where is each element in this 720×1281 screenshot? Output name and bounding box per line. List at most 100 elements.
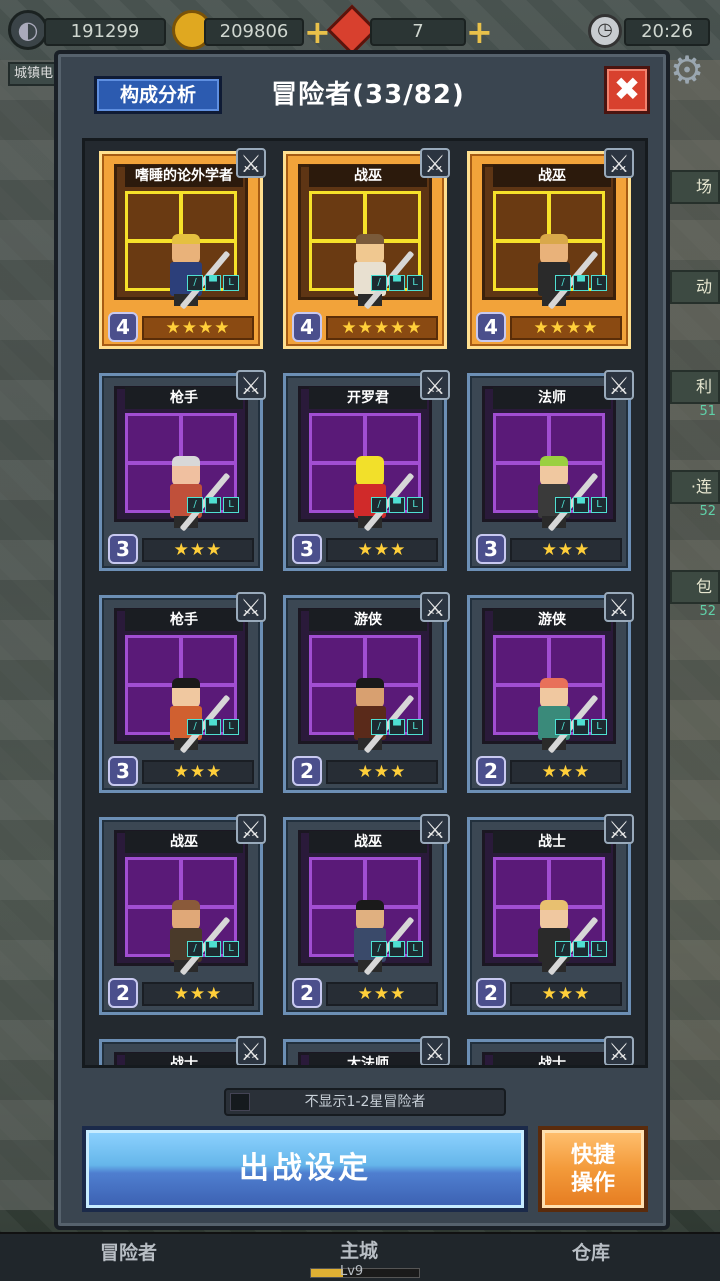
crossed-swords-icon[interactable]: ⚔ <box>236 148 266 178</box>
adventurer-card[interactable]: 战士/▀L⚔ <box>99 1036 266 1065</box>
adventurer-name: 战士 <box>493 831 611 853</box>
power-icon: ◐ <box>8 10 48 50</box>
adventurer-card[interactable]: 战巫 / ▀ L ⚔ 2 ★★★ <box>99 814 266 1015</box>
level-badge: 3 <box>108 756 138 786</box>
main-city-level: Lv9 <box>340 1264 364 1279</box>
adventurer-card[interactable]: 战士 / ▀ L ⚔ 2 ★★★ <box>467 814 634 1015</box>
sprite-head <box>172 234 200 264</box>
crossed-swords-icon[interactable]: ⚔ <box>236 370 266 400</box>
crossed-swords-icon[interactable]: ⚔ <box>420 370 450 400</box>
adventurer-sprite <box>162 900 210 972</box>
background-side-tag: ·连 <box>670 470 720 504</box>
sprite-head <box>540 456 568 486</box>
adventurer-card[interactable]: 游侠 / ▀ L ⚔ 2 ★★★ <box>283 592 450 793</box>
adventurer-card[interactable]: 嗜睡的论外学者 / ▀ L ⚔ 4 ★★★★ <box>99 148 266 349</box>
adventurer-card[interactable]: 战巫 / ▀ L ⚔ 4 ★★★★★ <box>283 148 450 349</box>
armor-slot-icon: ▀ <box>573 719 589 735</box>
sprite-head <box>540 900 568 930</box>
nav-warehouse[interactable]: 仓库 <box>572 1238 610 1265</box>
star-rating: ★★★ <box>510 760 622 784</box>
armor-slot-icon: ▀ <box>205 719 221 735</box>
close-icon[interactable]: ✖ <box>604 66 650 114</box>
portrait-frame: 法师 / ▀ L <box>482 386 616 532</box>
boots-slot-icon: L <box>407 497 423 513</box>
weapon-slot-icon: / <box>555 719 571 735</box>
nav-main-city[interactable]: 主城 <box>340 1236 378 1263</box>
weapon-slot-icon: / <box>371 497 387 513</box>
crossed-swords-icon[interactable]: ⚔ <box>236 1036 266 1065</box>
adventurer-card[interactable]: 战巫 / ▀ L ⚔ 4 ★★★★ <box>467 148 634 349</box>
background-side-tag: 利 <box>670 370 720 404</box>
level-badge: 2 <box>292 756 322 786</box>
sprite-head <box>356 456 384 486</box>
nav-adventurers[interactable]: 冒险者 <box>100 1238 157 1265</box>
adventurer-card[interactable]: 战士/▀L⚔ <box>467 1036 634 1065</box>
crossed-swords-icon[interactable]: ⚔ <box>420 592 450 622</box>
equipment-icons: / ▀ L <box>371 941 423 957</box>
adventurer-sprite <box>346 678 394 750</box>
armor-slot-icon: ▀ <box>389 275 405 291</box>
background-side-tag: 场 <box>670 170 720 204</box>
star-rating: ★★★★ <box>510 316 622 340</box>
portrait-frame: 战士/▀L <box>482 830 616 976</box>
crossed-swords-icon[interactable]: ⚔ <box>236 814 266 844</box>
armor-slot-icon: ▀ <box>573 497 589 513</box>
deploy-setup-button[interactable]: 出战设定 <box>82 1126 528 1212</box>
level-badge: 4 <box>108 312 138 342</box>
adventurer-card[interactable]: 法师 / ▀ L ⚔ 3 ★★★ <box>467 370 634 571</box>
quick-action-button[interactable]: 快捷 操作 <box>538 1126 648 1212</box>
armor-slot-icon: ▀ <box>573 941 589 957</box>
power-value: 191299 <box>44 18 166 46</box>
adventurer-grid[interactable]: 嗜睡的论外学者 / ▀ L ⚔ 4 ★★★★ 战巫 / ▀ L ⚔ 4 ★★★★★ 战巫 / ▀ L ⚔ 4 ★★★★ 枪… <box>82 138 648 1068</box>
adventurer-name: 游侠 <box>493 609 611 631</box>
sprite-head <box>540 234 568 264</box>
crossed-swords-icon[interactable]: ⚔ <box>604 1036 634 1065</box>
composition-analysis-button[interactable]: 构成分析 <box>94 76 222 114</box>
adventurer-name: 战巫 <box>125 831 243 853</box>
adventurer-card[interactable]: 战巫 / ▀ L ⚔ 2 ★★★ <box>283 814 450 1015</box>
adventurer-card[interactable]: 大法师/▀L⚔ <box>283 1036 450 1065</box>
gem-value: 7 <box>370 18 466 46</box>
star-rating: ★★★ <box>326 538 438 562</box>
main-city-progress-fill <box>311 1269 344 1277</box>
checkbox-icon[interactable] <box>230 1093 250 1111</box>
quick-action-label-1: 快捷 <box>570 1143 615 1168</box>
boots-slot-icon: L <box>407 719 423 735</box>
armor-slot-icon: ▀ <box>389 941 405 957</box>
portrait-frame: 大法师/▀L <box>298 1052 432 1065</box>
crossed-swords-icon[interactable]: ⚔ <box>604 592 634 622</box>
crossed-swords-icon[interactable]: ⚔ <box>236 592 266 622</box>
crossed-swords-icon[interactable]: ⚔ <box>420 814 450 844</box>
adventurer-name: 战士 <box>125 1053 243 1065</box>
background-side-number: 52 <box>699 604 716 619</box>
sprite-head <box>356 234 384 264</box>
adventurer-card[interactable]: 枪手 / ▀ L ⚔ 3 ★★★ <box>99 370 266 571</box>
crossed-swords-icon[interactable]: ⚔ <box>604 148 634 178</box>
equipment-icons: / ▀ L <box>371 719 423 735</box>
crossed-swords-icon[interactable]: ⚔ <box>604 370 634 400</box>
boots-slot-icon: L <box>407 941 423 957</box>
adventurer-name: 战巫 <box>493 165 611 187</box>
boots-slot-icon: L <box>223 941 239 957</box>
equipment-icons: / ▀ L <box>187 941 239 957</box>
background-wall-left <box>0 60 60 1210</box>
settings-gear-icon[interactable]: ⚙ <box>670 50 710 90</box>
portrait-frame: 战士/▀L <box>482 1052 616 1065</box>
sprite-head <box>172 900 200 930</box>
armor-slot-icon: ▀ <box>205 497 221 513</box>
adventurer-name: 战巫 <box>309 165 427 187</box>
adventurer-card[interactable]: 开罗君 / ▀ L ⚔ 3 ★★★ <box>283 370 450 571</box>
crossed-swords-icon[interactable]: ⚔ <box>604 814 634 844</box>
adventurer-list-modal: 构成分析 冒险者(33/82) ✖ 嗜睡的论外学者 / ▀ L ⚔ 4 ★★★★ 战巫 / ▀ L ⚔… <box>54 50 670 1230</box>
hide-low-star-toggle[interactable]: 不显示1-2星冒险者 <box>224 1088 506 1116</box>
background-side-tag: 动 <box>670 270 720 304</box>
weapon-slot-icon: / <box>187 275 203 291</box>
adventurer-card[interactable]: 游侠 / ▀ L ⚔ 2 ★★★ <box>467 592 634 793</box>
boots-slot-icon: L <box>591 497 607 513</box>
equipment-icons: / ▀ L <box>371 497 423 513</box>
adventurer-card[interactable]: 枪手 / ▀ L ⚔ 3 ★★★ <box>99 592 266 793</box>
crossed-swords-icon[interactable]: ⚔ <box>420 148 450 178</box>
add-gold-icon[interactable]: + <box>304 16 331 48</box>
crossed-swords-icon[interactable]: ⚔ <box>420 1036 450 1065</box>
add-gem-icon[interactable]: + <box>466 16 493 48</box>
